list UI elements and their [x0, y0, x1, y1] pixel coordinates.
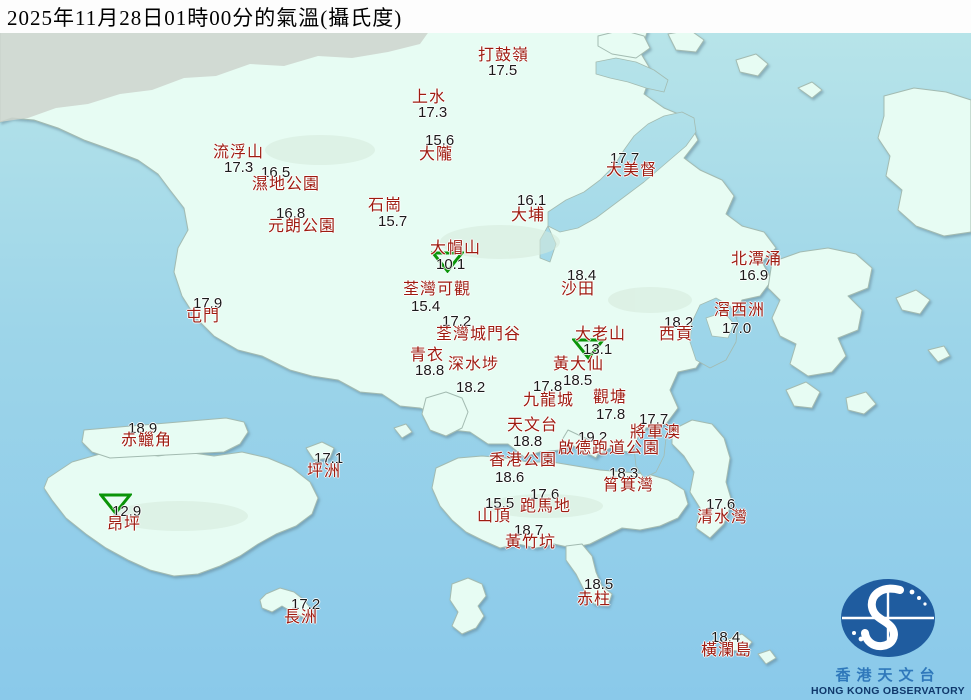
station-name: 打鼓嶺 — [478, 47, 530, 64]
station-temp-value: 13.1 — [583, 341, 613, 358]
station-name: 大老山 — [575, 326, 627, 343]
station-name: 觀塘 — [593, 389, 628, 406]
station-name: 屯門 — [186, 308, 221, 325]
station-name: 筲箕灣 — [603, 477, 655, 494]
station-temp-value: 18.6 — [495, 469, 525, 486]
station-name: 長洲 — [284, 609, 319, 626]
station-temp-value: 17.8 — [596, 406, 626, 423]
station-name: 昂坪 — [107, 516, 142, 533]
title-bar: 2025年11月28日01時00分的氣溫(攝氏度) — [0, 0, 971, 33]
station-temp-value: 15.7 — [378, 213, 408, 230]
station-temp-value: 15.4 — [411, 298, 441, 315]
weather-map-page: 2025年11月28日01時00分的氣溫(攝氏度) 17.5 打鼓嶺 17.3 上水 1… — [0, 0, 971, 700]
station-name: 香港公園 — [489, 452, 558, 469]
page-title: 2025年11月28日01時00分的氣溫(攝氏度) — [7, 5, 403, 30]
hko-logo-english: HONG KONG OBSERVATORY — [811, 685, 965, 698]
station-name: 元朗公園 — [268, 218, 337, 235]
station-temp-value: 17.3 — [224, 159, 254, 176]
station-temp-value: 16.1 — [517, 192, 547, 209]
station-name: 荃灣可觀 — [403, 281, 472, 298]
station-name: 青衣 — [410, 347, 445, 364]
station-name: 清水灣 — [697, 509, 749, 526]
station-temp-value: 17.0 — [722, 320, 752, 337]
station-name: 荃灣城門谷 — [436, 326, 522, 343]
station-name: 橫瀾島 — [701, 642, 753, 659]
station-temp-value: 17.3 — [418, 104, 448, 121]
station-name: 滘西洲 — [714, 302, 766, 319]
station-temp-value: 18.8 — [513, 433, 543, 450]
station-temp-value: 18.5 — [563, 372, 593, 389]
station-name: 黃大仙 — [553, 356, 605, 373]
station-temp-value: 17.5 — [488, 62, 518, 79]
station-name: 山頂 — [477, 508, 512, 525]
station-temp-value: 18.8 — [415, 362, 445, 379]
station-name: 黃竹坑 — [505, 534, 557, 551]
station-name: 天文台 — [507, 417, 559, 434]
station-temp-value: 18.2 — [456, 379, 486, 396]
station-name: 跑馬地 — [520, 498, 572, 515]
station-temp-value: 16.9 — [739, 267, 769, 284]
station-name: 西貢 — [659, 326, 694, 343]
station-temp-value: 10.1 — [436, 256, 466, 273]
station-name: 九龍城 — [523, 392, 575, 409]
station-name: 大埔 — [511, 207, 546, 224]
station-name: 大隴 — [419, 146, 454, 163]
station-name: 赤鱲角 — [121, 432, 173, 449]
hko-logo-emblem — [841, 579, 935, 658]
hko-logo: 香港天文台 HONG KONG OBSERVATORY — [809, 577, 967, 698]
station-name: 石崗 — [368, 197, 403, 214]
station-name: 北潭涌 — [731, 251, 783, 268]
station-name: 大帽山 — [430, 240, 482, 257]
hko-logo-chinese: 香港天文台 — [835, 668, 941, 685]
station-name: 流浮山 — [213, 144, 265, 161]
station-name: 沙田 — [561, 281, 596, 298]
station-name: 啟德跑道公園 — [558, 440, 661, 457]
station-temp-value: 18.5 — [584, 576, 614, 593]
station-name: 上水 — [412, 89, 447, 106]
station-name: 大美督 — [606, 162, 658, 179]
station-name: 深水埗 — [448, 356, 500, 373]
station-name: 赤柱 — [577, 591, 612, 608]
station-name: 濕地公園 — [252, 176, 321, 193]
station-name: 坪洲 — [307, 463, 342, 480]
station-name: 將軍澳 — [630, 424, 682, 441]
